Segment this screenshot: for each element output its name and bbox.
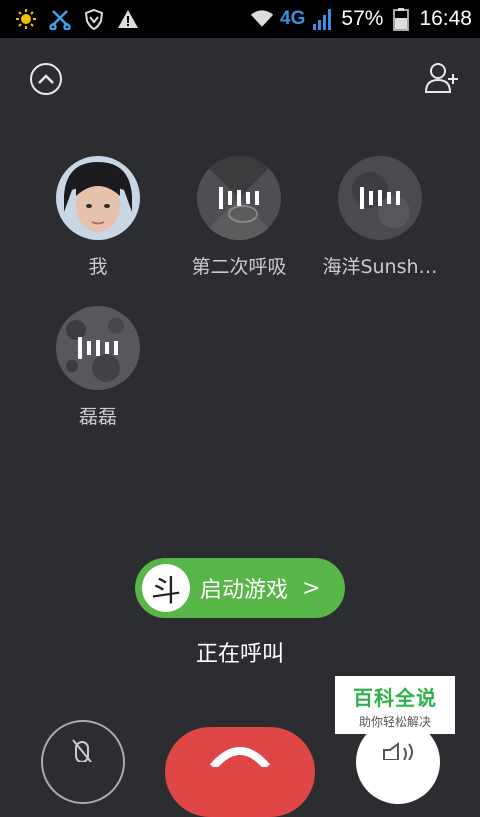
phone-hangup-icon (209, 747, 271, 767)
watermark-badge: 百科全说 助你轻松解决 (335, 676, 455, 734)
battery-percent: 57% (341, 7, 384, 30)
launch-game-button[interactable]: 斗 启动游戏 > (135, 558, 345, 618)
speaking-indicator-icon (56, 306, 140, 390)
watermark-title: 百科全说 (353, 686, 437, 710)
avatar (338, 156, 422, 240)
status-bar: 4G 57% 16:48 (0, 0, 480, 38)
avatar (56, 156, 140, 240)
chevron-right-icon: > (302, 575, 321, 601)
launch-game-label: 启动游戏 (200, 578, 289, 603)
participant-me[interactable]: 我 (28, 156, 168, 279)
avatar (56, 306, 140, 390)
participant-name: 我 (88, 256, 108, 278)
add-member-button[interactable] (424, 60, 460, 96)
signal-icon (311, 7, 335, 31)
watermark-subtitle: 助你轻松解决 (358, 715, 431, 729)
speaking-indicator-icon (197, 156, 281, 240)
participant-second-breath[interactable]: 第二次呼吸 (169, 156, 309, 279)
chevron-up-icon (38, 74, 54, 84)
participant-leilei[interactable]: 磊磊 (28, 306, 168, 429)
game-logo: 斗 (142, 564, 190, 612)
microphone-off-icon (72, 739, 92, 762)
status-time: 16:48 (419, 7, 472, 30)
hangup-button[interactable] (165, 727, 315, 817)
add-person-icon (424, 63, 458, 93)
scissors-icon (48, 7, 72, 31)
brightness-icon (14, 7, 38, 31)
avatar (197, 156, 281, 240)
participant-name: 第二次呼吸 (191, 256, 287, 278)
battery-icon (389, 7, 413, 31)
collapse-button[interactable] (30, 63, 62, 95)
call-status: 正在呼叫 (195, 642, 284, 667)
wifi-icon (250, 7, 274, 31)
speaking-indicator-icon (338, 156, 422, 240)
warning-icon (116, 7, 140, 31)
shield-icon (82, 7, 106, 31)
participant-name: 海洋Sunsh… (322, 256, 438, 278)
participant-ocean[interactable]: 海洋Sunsh… (310, 156, 450, 279)
mute-button[interactable] (41, 720, 125, 804)
network-type: 4G (280, 8, 306, 29)
participant-name: 磊磊 (78, 406, 117, 428)
